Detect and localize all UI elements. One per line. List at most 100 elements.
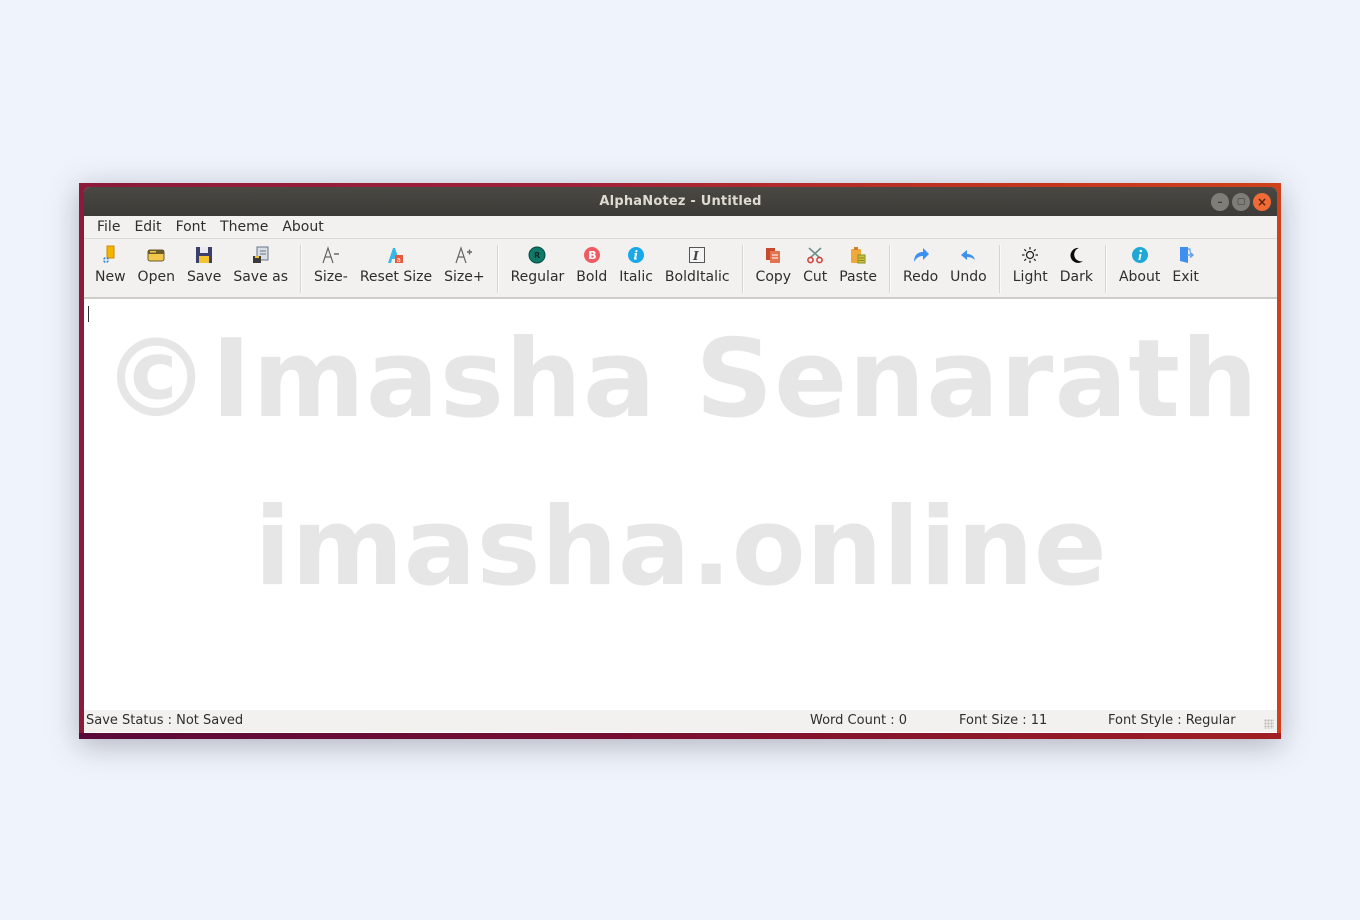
font-size-status: Font Size : 11 [959,713,1048,728]
minimize-button[interactable]: – [1211,193,1229,211]
redo-button[interactable]: Redo [897,239,944,297]
regular-style-icon: R [527,245,547,265]
status-bar: Save Status : Not Saved Word Count : 0 F… [84,710,1277,732]
redo-arrow-icon [911,245,931,265]
toolbar-separator [998,245,1001,293]
size-decrease-button[interactable]: Size- [308,239,354,297]
sun-light-theme-icon [1020,245,1040,265]
window-title: AlphaNotez - Untitled [599,194,762,209]
text-editor-area[interactable]: ©Imasha Senarath imasha.online [84,299,1277,710]
window-frame-edge [79,733,1281,739]
scissors-cut-icon [805,245,825,265]
text-cursor [88,306,89,322]
italic-label: Italic [619,269,653,285]
italic-button[interactable]: i Italic [613,239,659,297]
save-as-icon [251,245,271,265]
svg-text:I: I [692,249,699,263]
regular-button[interactable]: R Regular [505,239,571,297]
close-icon: × [1256,195,1268,209]
bold-button[interactable]: B Bold [570,239,613,297]
menu-bar: File Edit Font Theme About [84,216,1277,239]
new-file-icon [100,245,120,265]
menu-about[interactable]: About [275,216,330,239]
paste-label: Paste [839,269,877,285]
exit-button[interactable]: Exit [1166,239,1205,297]
info-icon [1130,245,1150,265]
close-button[interactable]: × [1253,193,1271,211]
copy-button[interactable]: Copy [750,239,798,297]
toolbar-separator [889,245,891,293]
svg-text:a: a [396,256,400,264]
undo-arrow-icon [958,245,978,265]
save-label: Save [186,269,222,285]
save-as-label: Save as [233,269,289,285]
title-bar[interactable]: AlphaNotez - Untitled – ▢ × [84,187,1277,216]
toolbar: New Open Save Save as Size- a Reset Size… [84,239,1277,299]
toolbar-separator [1104,245,1107,293]
font-size-increase-icon [454,245,474,265]
bold-italic-style-icon: I [687,245,707,265]
svg-text:i: i [634,249,639,263]
toolbar-separator [741,245,744,293]
bold-style-icon: B [582,245,602,265]
app-window-frame: AlphaNotez - Untitled – ▢ × File Edit Fo… [79,183,1281,739]
paste-button[interactable]: Paste [833,239,883,297]
size-decrease-label: Size- [314,269,348,285]
floppy-save-icon [194,245,214,265]
regular-label: Regular [510,269,565,285]
exit-door-icon [1176,245,1196,265]
resize-grip[interactable] [1264,719,1274,729]
new-label: New [95,269,126,285]
paste-clipboard-icon [848,245,868,265]
about-label: About [1118,269,1161,285]
app-window: AlphaNotez - Untitled – ▢ × File Edit Fo… [84,187,1277,733]
svg-text:R: R [534,251,540,260]
window-controls: – ▢ × [1211,193,1271,211]
italic-style-icon: i [626,245,646,265]
cut-label: Cut [803,269,828,285]
save-as-button[interactable]: Save as [227,239,294,297]
dark-label: Dark [1059,269,1093,285]
font-size-decrease-icon [321,245,341,265]
menu-font[interactable]: Font [169,216,213,239]
toolbar-separator [496,245,499,293]
bold-italic-label: BoldItalic [664,269,730,285]
cut-button[interactable]: Cut [797,239,833,297]
reset-size-label: Reset Size [359,269,433,285]
light-label: Light [1012,269,1048,285]
new-button[interactable]: New [90,239,132,297]
undo-label: Undo [950,269,987,285]
reset-size-button[interactable]: a Reset Size [354,239,438,297]
open-label: Open [137,269,175,285]
bold-italic-button[interactable]: I BoldItalic [659,239,736,297]
redo-label: Redo [903,269,939,285]
maximize-icon: ▢ [1236,197,1246,207]
font-style-status: Font Style : Regular [1108,713,1236,728]
svg-text:B: B [588,249,596,262]
toolbar-separator [300,245,303,293]
menu-file[interactable]: File [90,216,127,239]
menu-theme[interactable]: Theme [213,216,275,239]
font-size-reset-icon: a [386,245,406,265]
bold-label: Bold [576,269,608,285]
save-button[interactable]: Save [181,239,227,297]
maximize-button[interactable]: ▢ [1232,193,1250,211]
open-folder-icon [146,245,166,265]
undo-button[interactable]: Undo [944,239,993,297]
light-theme-button[interactable]: Light [1007,239,1054,297]
menu-edit[interactable]: Edit [127,216,168,239]
copy-icon [763,245,783,265]
minimize-icon: – [1217,196,1223,208]
exit-label: Exit [1172,269,1199,285]
watermark-copyright: ©Imasha Senarath [102,317,1259,442]
size-increase-label: Size+ [444,269,485,285]
word-count: Word Count : 0 [810,713,908,728]
about-button[interactable]: About [1113,239,1166,297]
size-increase-button[interactable]: Size+ [438,239,490,297]
watermark-website: imasha.online [254,485,1107,610]
dark-theme-button[interactable]: Dark [1054,239,1099,297]
open-button[interactable]: Open [132,239,181,297]
copy-label: Copy [755,269,792,285]
moon-dark-theme-icon [1066,245,1086,265]
save-status: Save Status : Not Saved [86,713,244,728]
